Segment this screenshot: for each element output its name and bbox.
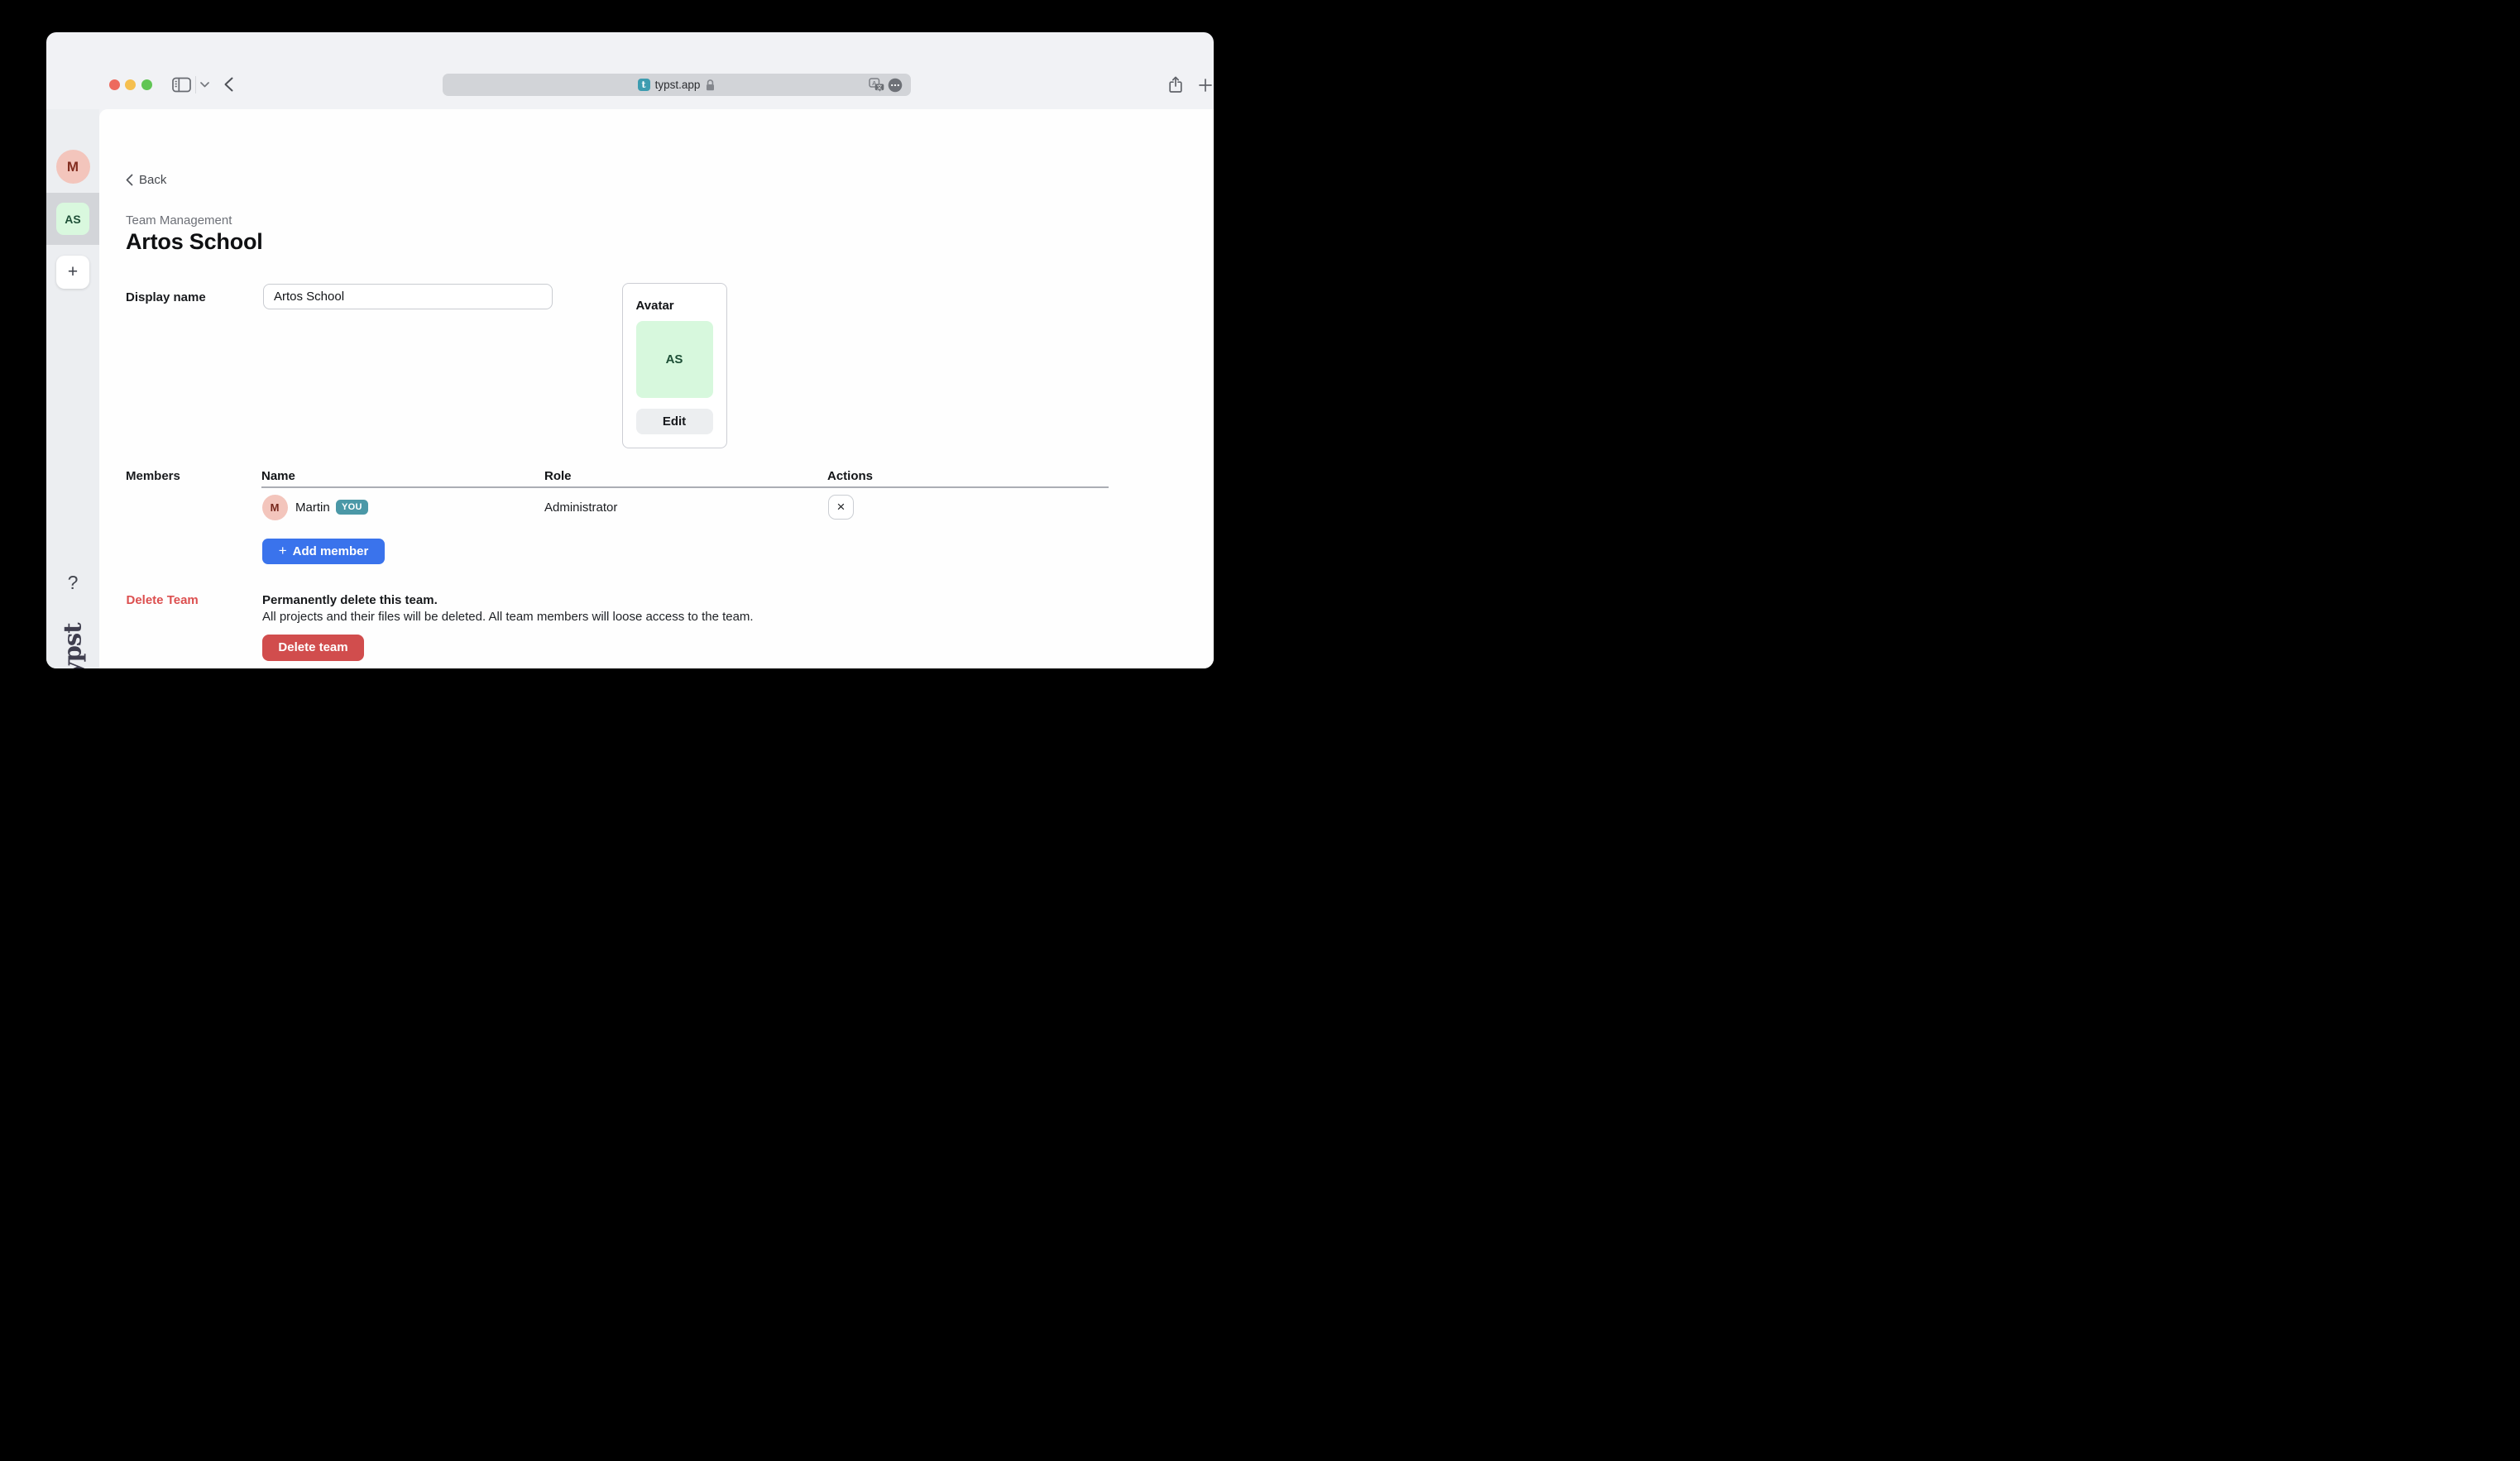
delete-team-heading: Permanently delete this team. — [262, 593, 438, 607]
back-link[interactable]: Back — [126, 173, 166, 187]
site-favicon: t — [638, 79, 650, 91]
member-avatar: M — [262, 495, 288, 520]
chevron-left-icon — [126, 174, 133, 186]
share-icon[interactable] — [1168, 75, 1182, 93]
display-name-input[interactable] — [263, 284, 553, 309]
column-header-name: Name — [261, 469, 295, 483]
add-team-button[interactable]: + — [56, 256, 89, 289]
page-settings-icon[interactable] — [888, 78, 903, 93]
lock-icon — [705, 79, 716, 92]
address-bar-center: t typst.app — [638, 79, 716, 92]
table-header-divider — [261, 486, 1109, 488]
sidebar-toggle-icon[interactable] — [171, 76, 191, 93]
new-tab-icon[interactable] — [1199, 79, 1212, 92]
typst-logo[interactable]: typst — [46, 620, 99, 668]
main-content: M Back Team Management Artos School Disp… — [99, 109, 1214, 668]
address-bar[interactable]: t typst.app A 文 — [443, 74, 911, 96]
team-sidebar: M AS + ? typst — [46, 109, 99, 668]
chevron-down-icon[interactable] — [199, 81, 209, 88]
browser-window: t typst.app A 文 — [46, 32, 1214, 668]
member-name: Martin — [295, 501, 330, 515]
column-header-actions: Actions — [827, 469, 873, 483]
avatar-card-label: Avatar — [636, 299, 674, 313]
add-member-label: Add member — [293, 544, 369, 558]
help-button[interactable]: ? — [46, 572, 99, 594]
sidebar-team-avatar[interactable]: AS — [56, 203, 89, 235]
remove-member-button[interactable]: × — [828, 495, 854, 520]
team-avatar-preview: AS — [636, 321, 713, 398]
back-navigation-icon[interactable] — [223, 77, 233, 92]
edit-avatar-button[interactable]: Edit — [636, 409, 713, 434]
back-label: Back — [139, 173, 166, 187]
members-label: Members — [126, 469, 180, 483]
minimize-window-button[interactable] — [125, 79, 136, 90]
member-role: Administrator — [544, 501, 617, 515]
url-text: typst.app — [655, 79, 701, 91]
toolbar-divider — [195, 76, 196, 93]
translate-icon[interactable]: A 文 — [869, 78, 884, 92]
delete-team-button[interactable]: Delete team — [262, 635, 364, 662]
section-label: Team Management — [126, 213, 232, 228]
sidebar-user-avatar[interactable]: M — [56, 150, 90, 184]
delete-team-description: All projects and their files will be del… — [262, 610, 754, 624]
add-member-button[interactable]: + Add member — [262, 539, 385, 564]
svg-text:文: 文 — [877, 83, 883, 90]
delete-team-section-label: Delete Team — [127, 593, 199, 607]
page-title: Artos School — [126, 229, 263, 255]
avatar-card: Avatar AS Edit — [622, 283, 727, 448]
display-name-label: Display name — [126, 290, 206, 304]
close-window-button[interactable] — [109, 79, 120, 90]
plus-icon: + — [279, 543, 287, 559]
column-header-role: Role — [544, 469, 572, 483]
zoom-window-button[interactable] — [141, 79, 152, 90]
you-badge: YOU — [336, 500, 368, 515]
